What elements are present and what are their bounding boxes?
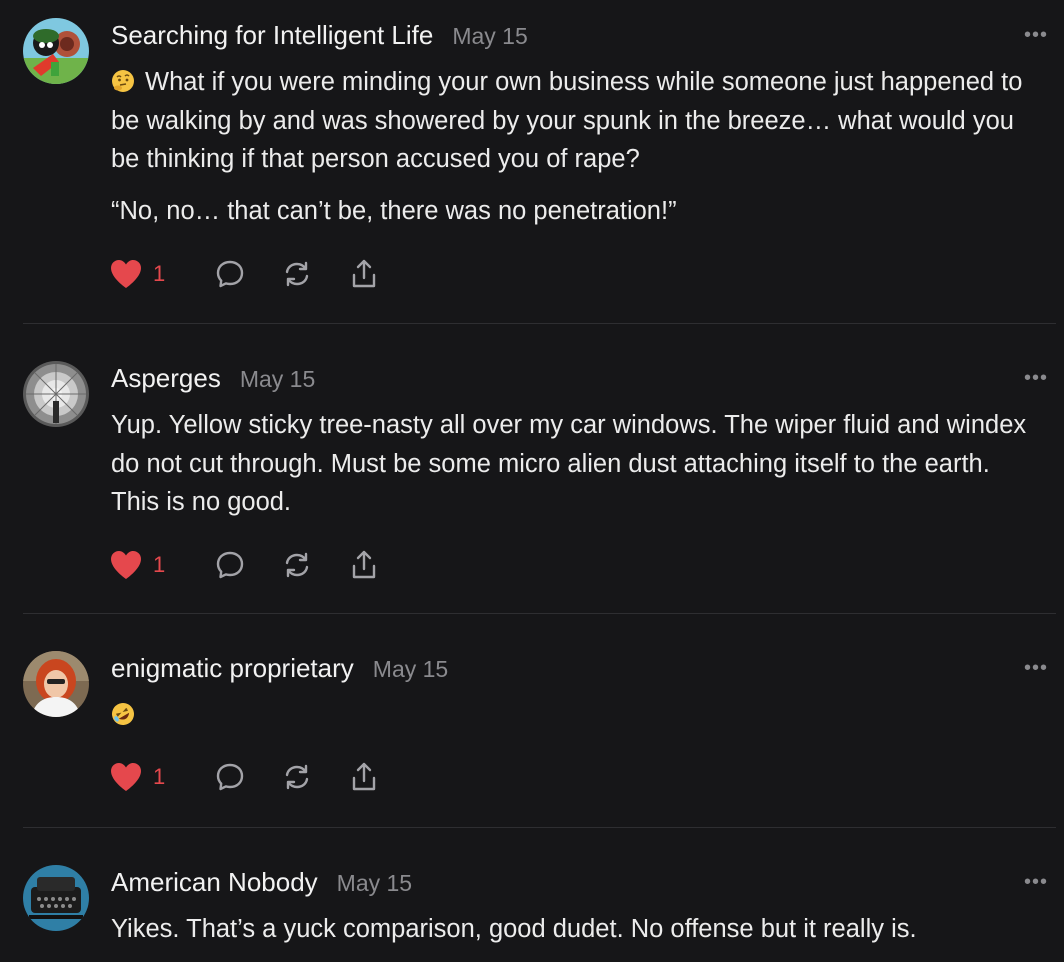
author-name[interactable]: enigmatic proprietary (111, 653, 354, 684)
like-button[interactable]: 1 (109, 258, 213, 290)
like-count: 1 (153, 764, 166, 789)
comment-paragraph: Yikes. That’s a yuck comparison, good du… (111, 915, 917, 943)
restack-icon (285, 764, 309, 790)
comment-text: What if you were minding your own busine… (111, 68, 1023, 173)
more-icon[interactable]: ••• (1024, 368, 1048, 388)
share-icon (352, 762, 376, 791)
avatar[interactable] (23, 865, 89, 931)
share-icon (352, 550, 376, 579)
comment-actions: 1 (109, 760, 414, 794)
comment-body: Yikes. That’s a yuck comparison, good du… (111, 910, 1041, 949)
like-count: 1 (153, 552, 166, 577)
rolling-on-floor-laughing-emoji (111, 702, 135, 726)
comment-paragraph (111, 696, 1041, 735)
comment-body (111, 696, 1041, 735)
comment-header: Searching for Intelligent Life May 15 (111, 20, 528, 51)
author-name[interactable]: Asperges (111, 363, 221, 394)
avatar[interactable] (23, 651, 89, 717)
more-icon[interactable]: ••• (1024, 872, 1048, 892)
comment-body: Yup. Yellow sticky tree-nasty all over m… (111, 406, 1041, 522)
restack-button[interactable] (280, 257, 314, 291)
comment-body: What if you were minding your own busine… (111, 63, 1041, 230)
restack-icon (285, 552, 309, 578)
author-name[interactable]: American Nobody (111, 867, 318, 898)
more-icon[interactable]: ••• (1024, 658, 1048, 678)
heart-icon (111, 763, 141, 791)
comment-icon (216, 763, 244, 791)
restack-icon (285, 261, 309, 287)
comment-date[interactable]: May 15 (373, 656, 448, 683)
share-button[interactable] (347, 548, 381, 582)
restack-button[interactable] (280, 760, 314, 794)
like-button[interactable]: 1 (109, 549, 213, 581)
avatar[interactable] (23, 361, 89, 427)
author-name[interactable]: Searching for Intelligent Life (111, 20, 433, 51)
share-icon (352, 259, 376, 288)
comment-header: enigmatic proprietary May 15 (111, 653, 448, 684)
avatar[interactable] (23, 18, 89, 84)
comment-date[interactable]: May 15 (452, 23, 527, 50)
restack-button[interactable] (280, 548, 314, 582)
more-icon[interactable]: ••• (1024, 25, 1048, 45)
reply-button[interactable] (213, 548, 247, 582)
divider (23, 613, 1056, 614)
comment-feed: Searching for Intelligent Life May 15 ••… (0, 0, 1064, 962)
share-button[interactable] (347, 257, 381, 291)
divider (23, 827, 1056, 828)
comment-header: American Nobody May 15 (111, 867, 412, 898)
comment-actions: 1 (109, 548, 414, 582)
like-button[interactable]: 1 (109, 761, 213, 793)
comment-date[interactable]: May 15 (337, 870, 412, 897)
comment-date[interactable]: May 15 (240, 366, 315, 393)
comment-paragraph: “No, no… that can’t be, there was no pen… (111, 196, 677, 225)
comment-actions: 1 (109, 257, 414, 291)
comment-icon (216, 260, 244, 288)
comment-paragraph: Yup. Yellow sticky tree-nasty all over m… (111, 411, 1027, 516)
reply-button[interactable] (213, 760, 247, 794)
comment-header: Asperges May 15 (111, 363, 315, 394)
thinking-face-emoji (111, 69, 135, 93)
comment-icon (216, 551, 244, 579)
heart-icon (111, 551, 141, 579)
reply-button[interactable] (213, 257, 247, 291)
heart-icon (111, 260, 141, 288)
divider (23, 323, 1056, 324)
like-count: 1 (153, 261, 166, 286)
share-button[interactable] (347, 760, 381, 794)
comment-paragraph: What if you were minding your own busine… (111, 63, 1041, 179)
